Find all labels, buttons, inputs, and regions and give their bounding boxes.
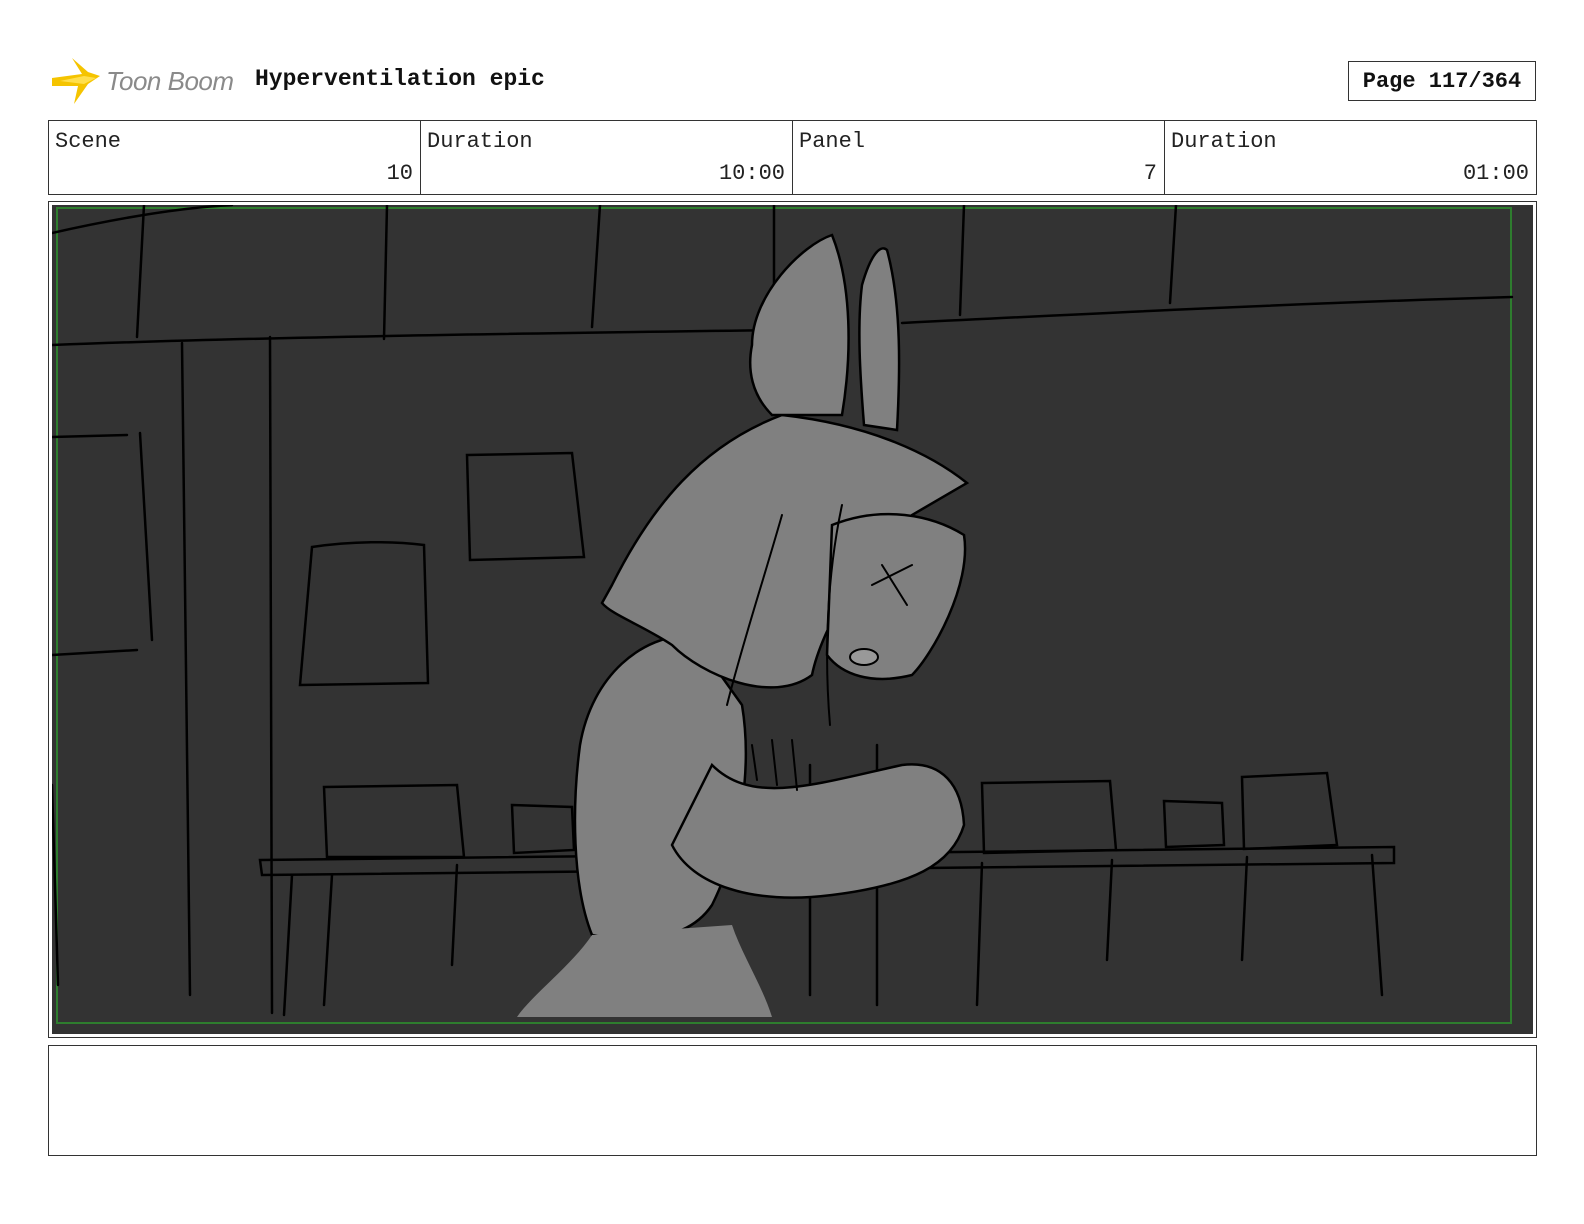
panel-duration-value: 01:00 [1462, 161, 1529, 186]
panel-value: 7 [1143, 161, 1157, 186]
scene-info-table: Scene 10 Duration 10:00 Panel 7 Duration… [48, 120, 1537, 195]
scene-cell: Scene 10 [49, 121, 421, 194]
panel-duration-cell: Duration 01:00 [1165, 121, 1536, 194]
scene-label: Scene [55, 129, 122, 154]
scene-duration-cell: Duration 10:00 [421, 121, 793, 194]
storyboard-panel-drawing [52, 205, 1533, 1034]
panel-label: Panel [799, 129, 866, 154]
panel-notes-box [48, 1045, 1537, 1156]
logo-wordmark: Toon Boom [106, 65, 234, 96]
panel-duration-label: Duration [1171, 129, 1277, 154]
toon-boom-star-icon [52, 58, 100, 104]
panel-cell: Panel 7 [793, 121, 1165, 194]
scene-duration-label: Duration [427, 129, 533, 154]
toon-boom-logo: Toon Boom [52, 56, 234, 106]
scene-duration-value: 10:00 [718, 161, 785, 186]
project-title: Hyperventilation epic [255, 66, 545, 92]
scene-value: 10 [386, 161, 413, 186]
page-indicator: Page 117/364 [1348, 61, 1536, 101]
